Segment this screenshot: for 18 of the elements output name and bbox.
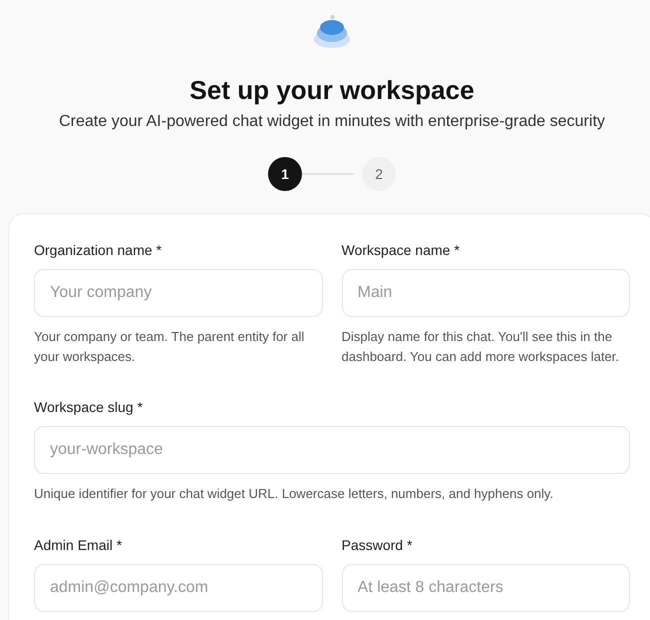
input-field[interactable]: At least 8 characters [342, 564, 630, 612]
field-label: Password * [342, 536, 414, 554]
field-label: Workspace slug * [34, 398, 144, 417]
field-label: Organization name * [34, 241, 163, 260]
input-field[interactable]: Your company [34, 269, 322, 317]
help-text: Unique identifier for your chat widget URL. Lowercase letters, numbers, and hyphens only. [34, 485, 554, 503]
logo-icon [313, 13, 351, 49]
page-subtitle: Create your AI-powered chat widget in minutes with enterprise-grade security [58, 112, 606, 132]
step-indicator: 1 [268, 157, 302, 191]
help-text: Display name for this chat. You'll see this in the dashboard. You can add more workspaces later. [342, 328, 620, 366]
page-title: Set up your workspace [190, 74, 474, 106]
field-label: Admin Email * [34, 536, 123, 554]
help-text: Your company or team. The parent entity for all your workspaces. [34, 328, 306, 366]
input-field[interactable]: admin@company.com [34, 564, 322, 612]
input-field[interactable]: Main [342, 269, 630, 317]
input-field[interactable]: your-workspace [34, 426, 630, 474]
field-label: Workspace name * [342, 241, 461, 260]
step-indicator: 2 [362, 157, 396, 191]
